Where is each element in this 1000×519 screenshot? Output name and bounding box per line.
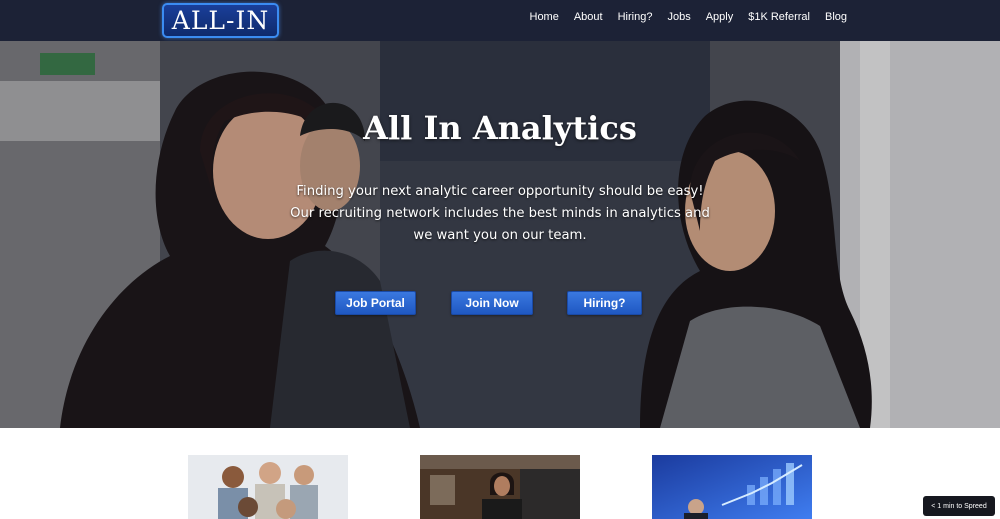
nav-apply[interactable]: Apply (698, 11, 741, 23)
read-time-badge[interactable]: < 1 min to Spreed (923, 496, 995, 516)
thumbnail-analyst[interactable] (420, 455, 580, 519)
thumbnail-growth[interactable] (652, 455, 812, 519)
nav-blog[interactable]: Blog (818, 11, 855, 23)
photo-people-image (188, 455, 348, 519)
nav-jobs[interactable]: Jobs (660, 11, 698, 23)
hero-title: All In Analytics (363, 109, 637, 147)
hero-tagline-line-2: Our recruiting network includes the best… (290, 206, 710, 221)
hiring-button[interactable]: Hiring? (567, 291, 642, 315)
top-navbar: ALL-IN Home About Hiring? Jobs Apply $1K… (0, 0, 1000, 41)
nav-referral[interactable]: $1K Referral (741, 11, 818, 23)
main-nav: Home About Hiring? Jobs Apply $1K Referr… (522, 0, 855, 34)
logo-text: ALL-IN (171, 6, 270, 35)
job-portal-button[interactable]: Job Portal (335, 291, 416, 315)
hero-tagline-line-1: Finding your next analytic career opport… (296, 184, 704, 199)
join-now-button[interactable]: Join Now (451, 291, 533, 315)
hero-section: All In Analytics Finding your next analy… (0, 41, 1000, 428)
photo-growth-image (652, 455, 812, 519)
nav-home[interactable]: Home (522, 11, 566, 23)
thumbnail-people[interactable] (188, 455, 348, 519)
photo-analyst-image (420, 455, 580, 519)
nav-hiring[interactable]: Hiring? (610, 11, 660, 23)
hero-tagline-line-3: we want you on our team. (413, 228, 587, 243)
site-logo[interactable]: ALL-IN (162, 3, 279, 38)
nav-about[interactable]: About (566, 11, 610, 23)
hero-tagline: Finding your next analytic career opport… (250, 181, 750, 247)
